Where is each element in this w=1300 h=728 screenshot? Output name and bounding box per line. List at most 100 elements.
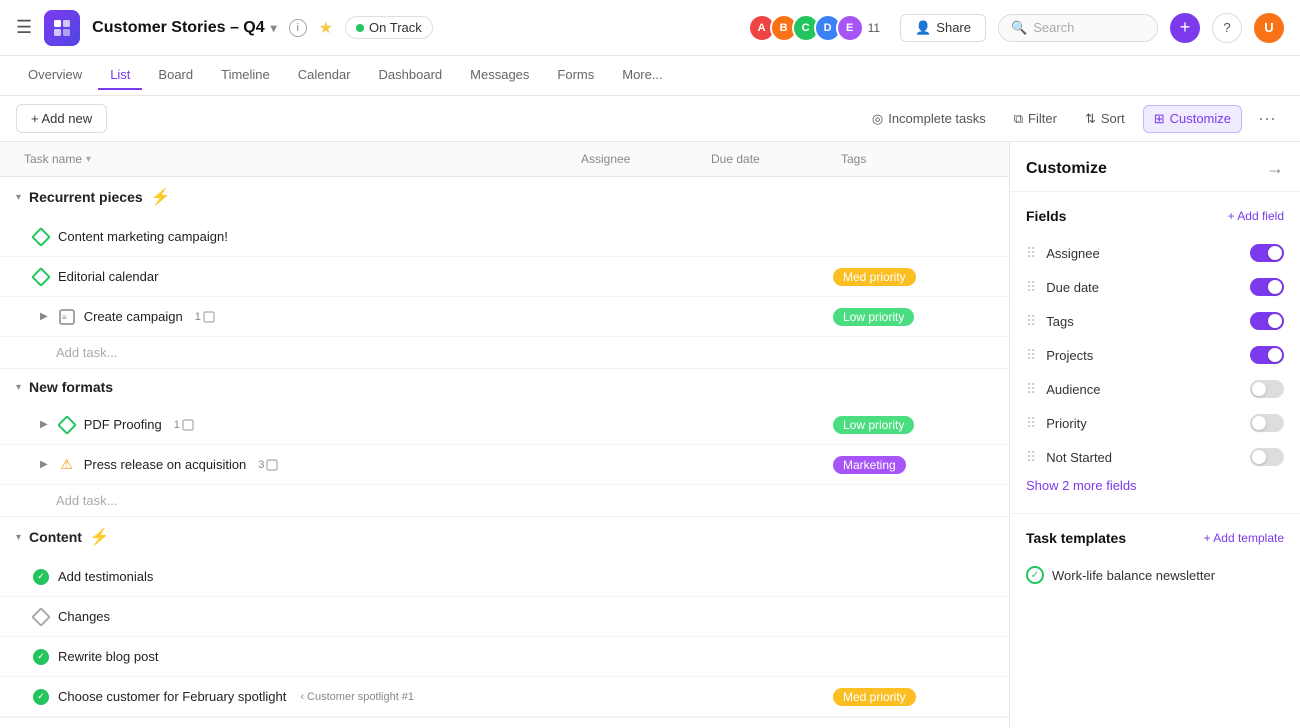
tab-messages[interactable]: Messages: [458, 61, 541, 90]
star-icon[interactable]: ★: [319, 18, 333, 38]
chevron-down-icon[interactable]: ▾: [271, 21, 277, 35]
customize-label: Customize: [1170, 111, 1231, 126]
column-headers: Task name ▾ Assignee Due date Tags: [0, 142, 1009, 177]
add-task-button[interactable]: Add task...: [0, 485, 1009, 516]
field-item-priority: ⠿ Priority: [1026, 406, 1284, 440]
toggle-due-date[interactable]: [1250, 278, 1284, 296]
task-name-cell: Content marketing campaign!: [16, 220, 573, 254]
template-item[interactable]: ✓ Work-life balance newsletter: [1026, 558, 1284, 592]
task-icon-diamond-outline: [32, 608, 50, 626]
tag-cell: Marketing: [833, 456, 993, 474]
toggle-assignee[interactable]: [1250, 244, 1284, 262]
task-row[interactable]: Editorial calendar Med priority: [0, 257, 1009, 297]
drag-handle-icon[interactable]: ⠿: [1026, 449, 1036, 466]
field-label: Priority: [1046, 416, 1240, 431]
toggle-tags[interactable]: [1250, 312, 1284, 330]
more-options-button[interactable]: ···: [1250, 104, 1284, 133]
task-row[interactable]: Rewrite blog post: [0, 637, 1009, 677]
customize-icon: ⊞: [1154, 111, 1165, 127]
panel-close-button[interactable]: →: [1266, 158, 1284, 179]
field-item-tags: ⠿ Tags: [1026, 304, 1284, 338]
task-row[interactable]: Choose customer for February spotlight ‹…: [0, 677, 1009, 717]
tab-timeline[interactable]: Timeline: [209, 61, 282, 90]
toggle-not-started[interactable]: [1250, 448, 1284, 466]
section-header-recurrent[interactable]: ▾ Recurrent pieces ⚡: [0, 177, 1009, 217]
toggle-audience[interactable]: [1250, 380, 1284, 398]
customize-button[interactable]: ⊞ Customize: [1143, 105, 1242, 133]
search-placeholder: Search: [1033, 20, 1074, 35]
drag-handle-icon[interactable]: ⠿: [1026, 279, 1036, 296]
drag-handle-icon[interactable]: ⠿: [1026, 381, 1036, 398]
task-name-cell: ▶ ≡ Create campaign 1: [16, 300, 573, 334]
task-icon-circle-check: [32, 688, 50, 706]
toggle-projects[interactable]: [1250, 346, 1284, 364]
filter-icon: ⧉: [1014, 111, 1023, 127]
tag-cell: Med priority: [833, 268, 993, 286]
col-assignee[interactable]: Assignee: [573, 142, 703, 176]
hamburger-icon[interactable]: ☰: [16, 17, 32, 38]
main-content: Task name ▾ Assignee Due date Tags ▾ Rec…: [0, 142, 1300, 728]
nav-tabs: Overview List Board Timeline Calendar Da…: [0, 56, 1300, 96]
add-new-button[interactable]: + Add new: [16, 104, 107, 133]
section-toggle-icon: ▾: [16, 192, 21, 203]
add-field-button[interactable]: + Add field: [1228, 209, 1284, 223]
search-icon: 🔍: [1011, 20, 1027, 36]
add-template-button[interactable]: + Add template: [1204, 531, 1284, 545]
section-emoji-recurrent: ⚡: [151, 187, 171, 207]
toggle-priority[interactable]: [1250, 414, 1284, 432]
add-task-button[interactable]: Add task...: [0, 337, 1009, 368]
section-title-recurrent: Recurrent pieces: [29, 189, 143, 205]
show-more-fields-button[interactable]: Show 2 more fields: [1026, 474, 1284, 497]
drag-handle-icon[interactable]: ⠿: [1026, 245, 1036, 262]
task-row[interactable]: ▶ PDF Proofing 1 Low priority: [0, 405, 1009, 445]
field-label: Audience: [1046, 382, 1240, 397]
sort-button[interactable]: ⇅ Sort: [1075, 106, 1135, 132]
tab-calendar[interactable]: Calendar: [286, 61, 363, 90]
status-text: On Track: [369, 20, 422, 35]
tag-cell: Low priority: [833, 308, 993, 326]
drag-handle-icon[interactable]: ⠿: [1026, 415, 1036, 432]
status-badge[interactable]: On Track: [345, 16, 433, 39]
search-box[interactable]: 🔍 Search: [998, 14, 1158, 42]
task-row[interactable]: ▶ ⚠ Press release on acquisition 3 Ma: [0, 445, 1009, 485]
task-row[interactable]: Changes: [0, 597, 1009, 637]
share-button[interactable]: 👤 Share: [900, 14, 986, 42]
col-due-date[interactable]: Due date: [703, 142, 833, 176]
tab-forms[interactable]: Forms: [545, 61, 606, 90]
incomplete-tasks-label: Incomplete tasks: [888, 111, 986, 126]
task-row[interactable]: Content marketing campaign!: [0, 217, 1009, 257]
task-name-cell: Editorial calendar: [16, 260, 573, 294]
user-avatar[interactable]: U: [1254, 13, 1284, 43]
task-name-cell: ▶ ⚠ Press release on acquisition 3: [16, 448, 573, 482]
section-title-content: Content: [29, 529, 82, 545]
tab-dashboard[interactable]: Dashboard: [367, 61, 455, 90]
add-button[interactable]: +: [1170, 13, 1200, 43]
task-row[interactable]: ▶ ≡ Create campaign 1 Low priority: [0, 297, 1009, 337]
tab-board[interactable]: Board: [146, 61, 205, 90]
col-tags[interactable]: Tags: [833, 142, 993, 176]
tab-list[interactable]: List: [98, 61, 142, 90]
task-name-text: Changes: [58, 609, 110, 624]
task-row[interactable]: Add testimonials: [0, 557, 1009, 597]
help-button[interactable]: ?: [1212, 13, 1242, 43]
col-expand-icon: ▾: [86, 154, 91, 165]
incomplete-tasks-button[interactable]: ◎ Incomplete tasks: [862, 106, 996, 132]
section-newformats: ▾ New formats ▶ PDF Proofing 1: [0, 369, 1009, 517]
info-icon[interactable]: i: [289, 19, 307, 37]
drag-handle-icon[interactable]: ⠿: [1026, 313, 1036, 330]
field-label: Not Started: [1046, 450, 1240, 465]
field-label: Projects: [1046, 348, 1240, 363]
tab-overview[interactable]: Overview: [16, 61, 94, 90]
filter-button[interactable]: ⧉ Filter: [1004, 106, 1067, 132]
section-header-content[interactable]: ▾ Content ⚡: [0, 517, 1009, 557]
task-list: Task name ▾ Assignee Due date Tags ▾ Rec…: [0, 142, 1010, 728]
drag-handle-icon[interactable]: ⠿: [1026, 347, 1036, 364]
section-content: ▾ Content ⚡ Add testimonials: [0, 517, 1009, 718]
avatar-group[interactable]: A B C D E 11: [748, 14, 880, 42]
section-toggle-icon: ▾: [16, 382, 21, 393]
task-name-text: Editorial calendar: [58, 269, 158, 284]
field-item-due-date: ⠿ Due date: [1026, 270, 1284, 304]
section-header-newformats[interactable]: ▾ New formats: [0, 369, 1009, 405]
tab-more[interactable]: More...: [610, 61, 674, 90]
col-task-name[interactable]: Task name ▾: [16, 142, 573, 176]
